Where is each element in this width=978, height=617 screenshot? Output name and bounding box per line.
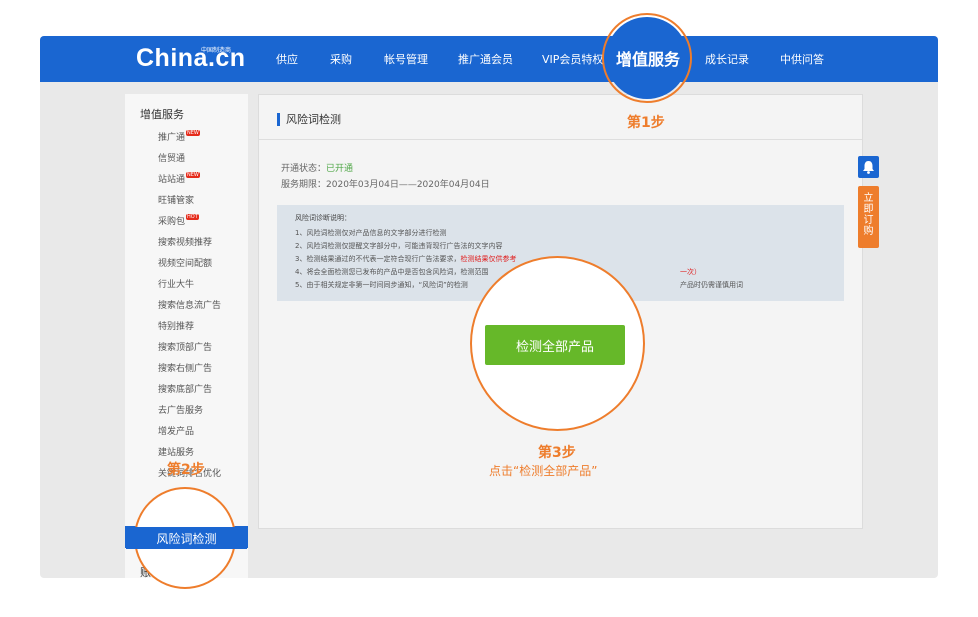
period-label: 服务期限： [281, 180, 327, 190]
sidebar-item-xinmaotong[interactable]: 信贸通 [158, 151, 185, 164]
hot-badge: HOT [186, 214, 199, 220]
sidebar-item-label: 旺铺管家 [158, 196, 195, 206]
sidebar-item-label: 视频空间配额 [158, 259, 213, 269]
customer-service-button[interactable] [858, 156, 879, 178]
notice-text: 3、检测结果通过的不代表一定符合现行广告法要求， [295, 255, 461, 263]
new-badge: NEW [186, 130, 200, 136]
notice-line-5-tail: 产品时仍需谨慎用词 [680, 281, 743, 289]
logo-subtitle: 中国制造商 [201, 47, 232, 54]
notice-line-4: 4、将会全面检测您已发布的产品中是否包含风险词，检测范围 [295, 267, 488, 277]
notice-line-1: 1、风险词检测仅对产品信息的文字部分进行检测 [295, 228, 446, 238]
status-label: 开通状态： [281, 164, 327, 174]
nav-growth-record[interactable]: 成长记录 [705, 36, 749, 82]
notice-line-5: 5、由于相关规定非第一时间同步通知，“风险词”的检测 [295, 280, 468, 290]
step3-instruction: 点击“检测全部产品” [489, 464, 598, 478]
top-navigation-bar: China.cn 中国制造商 供应 采购 帐号管理 推广通会员 VIP会员特权 … [40, 36, 938, 82]
notice-warning-text: 检测结果仅供参考 [460, 255, 517, 263]
step2-label: 第2步 [167, 462, 205, 478]
notice-line-4-tail: 一次） [680, 268, 701, 276]
sidebar-item-label: 增发产品 [158, 427, 195, 437]
nav-purchase[interactable]: 采购 [330, 36, 352, 82]
sidebar-item-label: 去广告服务 [158, 406, 204, 416]
check-all-products-button[interactable]: 检测全部产品 [485, 325, 625, 365]
sidebar-title: 增值服务 [140, 108, 184, 121]
notice-text: 4、将会全面检测您已发布的产品中是否包含风险词，检测范围 [295, 268, 489, 276]
sidebar-item-site-building[interactable]: 建站服务 [158, 445, 194, 458]
period-value: 2020年03月04日——2020年04月04日 [326, 180, 490, 190]
sidebar-item-special-recommend[interactable]: 特别推荐 [158, 319, 194, 332]
sidebar-item-label: 特别推荐 [158, 322, 195, 332]
notice-line-2: 2、风险词检测仅提醒文字部分中，可能违背现行广告法的文字内容 [295, 241, 502, 251]
sidebar-item-extra-products[interactable]: 增发产品 [158, 424, 194, 437]
new-badge: NEW [186, 172, 200, 178]
order-now-button[interactable]: 立即订购 [858, 186, 879, 248]
sidebar-item-label: 搜索顶部广告 [158, 343, 213, 353]
sidebar-item-label: 搜索信息流广告 [158, 301, 222, 311]
page-title: 风险词检测 [277, 113, 341, 126]
bell-icon [863, 161, 874, 174]
title-divider [259, 139, 862, 140]
notice-text: 1、风险词检测仅对产品信息的文字部分进行检测 [295, 229, 447, 237]
sidebar-item-label: 搜索底部广告 [158, 385, 213, 395]
sidebar-item-risk-word-check[interactable]: 风险词检测 [126, 527, 247, 549]
nav-qa[interactable]: 中供问答 [780, 36, 824, 82]
sidebar-item-label: 采购包 [158, 217, 186, 227]
sidebar-item-right-ads[interactable]: 搜索右侧广告 [158, 361, 212, 374]
service-period: 服务期限：2020年03月04日——2020年04月04日 [281, 177, 490, 190]
nav-value-added-services[interactable]: 增值服务 [616, 35, 680, 81]
sidebar-item-ad-removal[interactable]: 去广告服务 [158, 403, 203, 416]
sidebar-item-video-recommend[interactable]: 搜索视频推荐 [158, 235, 212, 248]
sidebar-item-industry-leader[interactable]: 行业大牛 [158, 277, 194, 290]
sidebar-item-label: 站站通 [158, 175, 186, 185]
sidebar-item-top-ads[interactable]: 搜索顶部广告 [158, 340, 212, 353]
notice-text: 2、风险词检测仅提醒文字部分中，可能违背现行广告法的文字内容 [295, 242, 503, 250]
sidebar-item-label: 搜索视频推荐 [158, 238, 213, 248]
sidebar-item-bottom-ads[interactable]: 搜索底部广告 [158, 382, 212, 395]
tutorial-stage: China.cn 中国制造商 供应 采购 帐号管理 推广通会员 VIP会员特权 … [0, 0, 978, 617]
sidebar-item-video-quota[interactable]: 视频空间配额 [158, 256, 212, 269]
nav-vip-privileges[interactable]: VIP会员特权 [542, 36, 603, 82]
nav-supply[interactable]: 供应 [276, 36, 298, 82]
sidebar-item-label: 搜索右侧广告 [158, 364, 213, 374]
sidebar-item-tuiguangtong[interactable]: 推广通 NEW [158, 130, 200, 143]
nav-account[interactable]: 帐号管理 [384, 36, 428, 82]
step1-label: 第1步 [627, 115, 665, 131]
order-now-label: 立即订购 [863, 193, 874, 237]
sidebar-item-feed-ads[interactable]: 搜索信息流广告 [158, 298, 221, 311]
step3-label: 第3步 [538, 445, 576, 461]
sidebar-item-label: 推广通 [158, 133, 186, 143]
sidebar-item-label: 建站服务 [158, 448, 195, 458]
sidebar-item-zhanzhantong[interactable]: 站站通 NEW [158, 172, 200, 185]
service-status: 开通状态：已开通 [281, 161, 353, 174]
notice-text: 5、由于相关规定非第一时间同步通知，“风险词”的检测 [295, 281, 468, 289]
notice-line-3: 3、检测结果通过的不代表一定符合现行广告法要求，检测结果仅供参考 [295, 254, 516, 264]
notice-title: 风险词诊断说明： [295, 214, 351, 222]
sidebar-item-purchase-pack[interactable]: 采购包 HOT [158, 214, 199, 227]
sidebar-item-label: 信贸通 [158, 154, 186, 164]
sidebar-item-label: 行业大牛 [158, 280, 195, 290]
nav-promotion-member[interactable]: 推广通会员 [458, 36, 513, 82]
sidebar-item-shop-manager[interactable]: 旺铺管家 [158, 193, 194, 206]
status-value: 已开通 [326, 164, 354, 174]
